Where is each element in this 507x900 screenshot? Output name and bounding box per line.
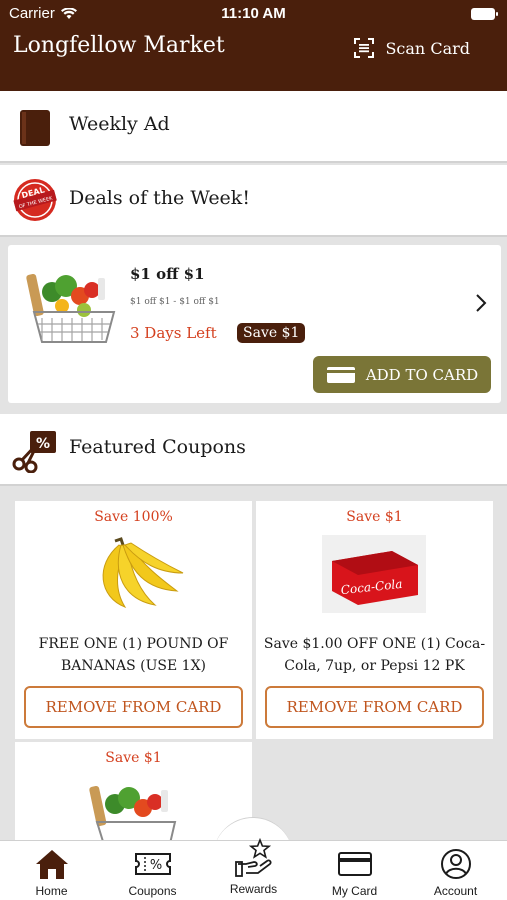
svg-text:%: % <box>36 436 50 452</box>
coca-cola-pack-image: Coca-Cola <box>322 535 426 613</box>
coupon-card[interactable]: Save $1 Coca-Cola Save $1.00 OFF ONE (1)… <box>256 501 493 739</box>
tab-coupons-label: Coupons <box>128 884 177 898</box>
deal-card[interactable]: $1 off $1 $1 off $1 - $1 off $1 3 Days L… <box>8 245 501 403</box>
deals-label: Deals of the Week! <box>69 187 250 209</box>
add-to-card-label: ADD TO CARD <box>365 365 479 384</box>
coupon-card[interactable]: Save 100% FREE ONE (1) POUND OF BANANAS … <box>15 501 252 739</box>
coupon-card[interactable]: Save $1 <box>15 742 252 852</box>
chevron-right-icon[interactable] <box>475 293 487 313</box>
coupon-save-label: Save $1 <box>105 750 162 766</box>
scan-card-label: Scan Card <box>385 38 470 58</box>
deal-title: $1 off $1 <box>130 265 205 283</box>
weekly-ad-label: Weekly Ad <box>69 113 170 135</box>
app-header: Carrier 11:10 AM Longfellow Market Scan … <box>0 0 507 91</box>
deal-seal-icon: DEAL OF THE WEEK <box>13 179 57 221</box>
status-bar: Carrier 11:10 AM <box>0 0 507 28</box>
coupon-icon: % <box>134 853 171 875</box>
tab-rewards-label: Rewards <box>229 882 278 896</box>
tab-home-label: Home <box>35 884 68 898</box>
featured-coupons-row[interactable]: % Featured Coupons <box>0 414 507 486</box>
days-left-label: 3 Days Left <box>130 324 217 342</box>
deal-subtitle: $1 off $1 - $1 off $1 <box>130 297 220 307</box>
featured-coupons-label: Featured Coupons <box>69 436 246 458</box>
tab-coupons[interactable]: % Coupons <box>102 848 203 898</box>
scan-icon <box>354 38 375 58</box>
coupon-save-label: Save $1 <box>346 509 403 525</box>
grocery-basket-image <box>26 273 116 343</box>
coupon-description: FREE ONE (1) POUND OF BANANAS (USE 1X) <box>38 636 229 674</box>
scan-card-button[interactable]: Scan Card <box>353 37 470 59</box>
home-icon <box>35 850 68 879</box>
coupon-scissors-icon: % <box>12 431 56 473</box>
tab-my-card[interactable]: My Card <box>304 848 405 898</box>
tab-my-card-label: My Card <box>331 884 378 898</box>
grocery-basket-image <box>89 785 177 848</box>
remove-from-card-button[interactable]: REMOVE FROM CARD <box>24 686 243 728</box>
add-to-card-button[interactable]: ADD TO CARD <box>313 356 491 393</box>
tab-rewards[interactable]: Rewards <box>203 838 304 896</box>
save-badge: Save $1 <box>237 323 306 343</box>
coupon-description: Save $1.00 OFF ONE (1) Coca-Cola, 7up, o… <box>263 636 486 674</box>
bananas-image <box>102 537 184 609</box>
app-title: Longfellow Market <box>13 33 225 58</box>
remove-from-card-button[interactable]: REMOVE FROM CARD <box>265 686 484 728</box>
weekly-ad-row[interactable]: Weekly Ad <box>0 91 507 163</box>
tab-account[interactable]: Account <box>405 848 506 898</box>
book-icon <box>20 110 50 146</box>
battery-icon <box>471 8 498 20</box>
tab-account-label: Account <box>433 884 478 898</box>
deals-row[interactable]: DEAL OF THE WEEK Deals of the Week! <box>0 165 507 237</box>
svg-text:%: % <box>149 858 161 873</box>
tab-home[interactable]: Home <box>1 848 102 898</box>
rewards-icon <box>234 838 272 877</box>
card-icon <box>326 366 355 383</box>
account-icon <box>440 849 471 879</box>
coupon-save-label: Save 100% <box>94 509 173 525</box>
my-card-icon <box>337 852 372 876</box>
status-time: 11:10 AM <box>221 5 286 22</box>
